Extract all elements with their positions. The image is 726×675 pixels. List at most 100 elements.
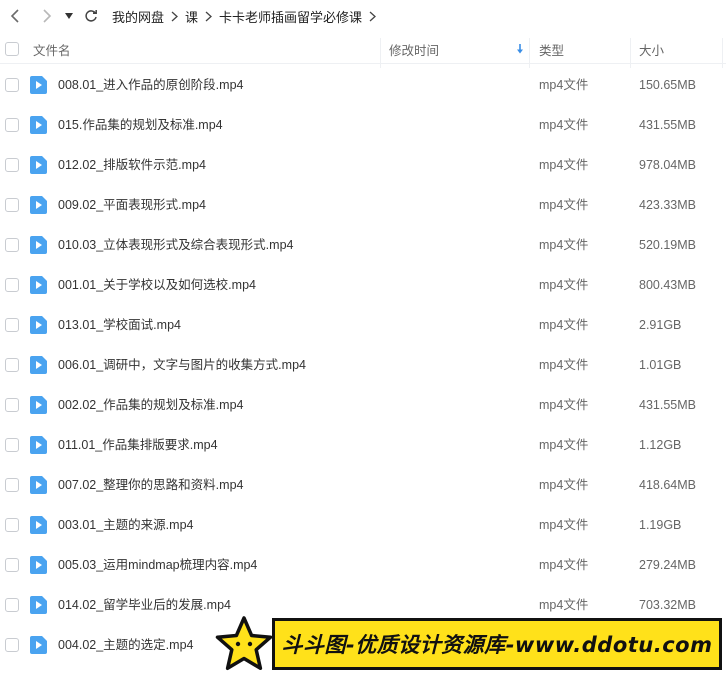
file-row[interactable]: 010.03_立体表现形式及综合表现形式.mp4 mp4文件 520.19MB <box>0 225 726 265</box>
video-file-icon <box>30 556 47 574</box>
breadcrumb-item-root[interactable]: 我的网盘 <box>112 7 164 26</box>
watermark-text: 斗斗图-优质设计资源库-www.ddotu.com <box>281 633 713 657</box>
file-name[interactable]: 014.02_留学毕业后的发展.mp4 <box>58 585 231 625</box>
file-list: 008.01_进入作品的原创阶段.mp4 mp4文件 150.65MB 015.… <box>0 65 726 665</box>
file-row[interactable]: 003.01_主题的来源.mp4 mp4文件 1.19GB <box>0 505 726 545</box>
file-type: mp4文件 <box>539 318 589 332</box>
file-size: 800.43MB <box>639 278 696 292</box>
star-icon <box>215 616 273 671</box>
file-name[interactable]: 004.02_主题的选定.mp4 <box>58 625 193 665</box>
file-size: 431.55MB <box>639 398 696 412</box>
video-file-icon <box>30 516 47 534</box>
row-checkbox[interactable] <box>5 118 19 132</box>
file-name[interactable]: 005.03_运用mindmap梳理内容.mp4 <box>58 545 257 585</box>
file-row[interactable]: 012.02_排版软件示范.mp4 mp4文件 978.04MB <box>0 145 726 185</box>
file-type: mp4文件 <box>539 238 589 252</box>
file-name[interactable]: 002.02_作品集的规划及标准.mp4 <box>58 385 243 425</box>
row-checkbox[interactable] <box>5 638 19 652</box>
video-file-icon <box>30 76 47 94</box>
file-name[interactable]: 001.01_关于学校以及如何选校.mp4 <box>58 265 256 305</box>
file-name[interactable]: 015.作品集的规划及标准.mp4 <box>58 105 223 145</box>
back-arrow-icon[interactable] <box>4 5 26 27</box>
history-dropdown-icon[interactable] <box>62 5 76 27</box>
file-row[interactable]: 002.02_作品集的规划及标准.mp4 mp4文件 431.55MB <box>0 385 726 425</box>
video-file-icon <box>30 116 47 134</box>
file-size: 2.91GB <box>639 318 682 332</box>
file-list-header: 文件名 修改时间 类型 大小 <box>0 34 726 68</box>
row-checkbox[interactable] <box>5 238 19 252</box>
refresh-icon[interactable] <box>80 5 102 27</box>
column-header-modified[interactable]: 修改时间 <box>389 34 439 64</box>
row-checkbox[interactable] <box>5 558 19 572</box>
row-checkbox[interactable] <box>5 78 19 92</box>
video-file-icon <box>30 236 47 254</box>
video-file-icon <box>30 436 47 454</box>
chevron-right-icon[interactable] <box>369 11 377 22</box>
row-checkbox[interactable] <box>5 198 19 212</box>
file-type: mp4文件 <box>539 358 589 372</box>
file-name[interactable]: 011.01_作品集排版要求.mp4 <box>58 425 218 465</box>
row-checkbox[interactable] <box>5 398 19 412</box>
column-divider <box>722 38 723 68</box>
file-name[interactable]: 007.02_整理你的思路和资料.mp4 <box>58 465 243 505</box>
column-divider <box>380 38 381 68</box>
file-type: mp4文件 <box>539 438 589 452</box>
file-type: mp4文件 <box>539 398 589 412</box>
watermark-banner: 斗斗图-优质设计资源库-www.ddotu.com <box>214 612 724 674</box>
file-size: 978.04MB <box>639 158 696 172</box>
file-name[interactable]: 010.03_立体表现形式及综合表现形式.mp4 <box>58 225 293 265</box>
video-file-icon <box>30 596 47 614</box>
file-name[interactable]: 006.01_调研中，文字与图片的收集方式.mp4 <box>58 345 306 385</box>
column-header-type[interactable]: 类型 <box>539 34 564 64</box>
file-row[interactable]: 013.01_学校面试.mp4 mp4文件 2.91GB <box>0 305 726 345</box>
file-name[interactable]: 013.01_学校面试.mp4 <box>58 305 181 345</box>
file-row[interactable]: 015.作品集的规划及标准.mp4 mp4文件 431.55MB <box>0 105 726 145</box>
file-size: 418.64MB <box>639 478 696 492</box>
file-name[interactable]: 003.01_主题的来源.mp4 <box>58 505 193 545</box>
forward-arrow-icon[interactable] <box>36 5 58 27</box>
video-file-icon <box>30 156 47 174</box>
file-row[interactable]: 009.02_平面表现形式.mp4 mp4文件 423.33MB <box>0 185 726 225</box>
row-checkbox[interactable] <box>5 358 19 372</box>
file-name[interactable]: 008.01_进入作品的原创阶段.mp4 <box>58 65 243 105</box>
breadcrumb-item-current[interactable]: 卡卡老师插画留学必修课 <box>219 7 362 26</box>
file-size: 1.19GB <box>639 518 682 532</box>
navigation-bar: 我的网盘 课 卡卡老师插画留学必修课 <box>0 0 726 32</box>
row-checkbox[interactable] <box>5 278 19 292</box>
column-header-size[interactable]: 大小 <box>639 34 664 64</box>
column-divider <box>630 38 631 68</box>
sort-arrow-icon[interactable] <box>516 34 524 64</box>
file-name[interactable]: 009.02_平面表现形式.mp4 <box>58 185 206 225</box>
file-row[interactable]: 011.01_作品集排版要求.mp4 mp4文件 1.12GB <box>0 425 726 465</box>
chevron-right-icon <box>171 11 178 22</box>
video-file-icon <box>30 276 47 294</box>
file-type: mp4文件 <box>539 78 589 92</box>
video-file-icon <box>30 356 47 374</box>
breadcrumb-item-folder[interactable]: 课 <box>185 7 198 26</box>
row-checkbox[interactable] <box>5 318 19 332</box>
row-checkbox[interactable] <box>5 478 19 492</box>
row-checkbox[interactable] <box>5 438 19 452</box>
select-all-checkbox[interactable] <box>5 42 19 56</box>
breadcrumb: 我的网盘 课 卡卡老师插画留学必修课 <box>112 7 383 26</box>
video-file-icon <box>30 636 47 654</box>
chevron-right-icon <box>205 11 213 22</box>
file-size: 279.24MB <box>639 558 696 572</box>
file-row[interactable]: 007.02_整理你的思路和资料.mp4 mp4文件 418.64MB <box>0 465 726 505</box>
file-row[interactable]: 001.01_关于学校以及如何选校.mp4 mp4文件 800.43MB <box>0 265 726 305</box>
file-size: 431.55MB <box>639 118 696 132</box>
file-row[interactable]: 005.03_运用mindmap梳理内容.mp4 mp4文件 279.24MB <box>0 545 726 585</box>
column-header-name[interactable]: 文件名 <box>33 34 71 64</box>
row-checkbox[interactable] <box>5 158 19 172</box>
file-type: mp4文件 <box>539 278 589 292</box>
file-name[interactable]: 012.02_排版软件示范.mp4 <box>58 145 206 185</box>
watermark-label-box: 斗斗图-优质设计资源库-www.ddotu.com <box>272 618 722 670</box>
row-checkbox[interactable] <box>5 598 19 612</box>
file-type: mp4文件 <box>539 478 589 492</box>
file-type: mp4文件 <box>539 518 589 532</box>
row-checkbox[interactable] <box>5 518 19 532</box>
file-row[interactable]: 008.01_进入作品的原创阶段.mp4 mp4文件 150.65MB <box>0 65 726 105</box>
file-row[interactable]: 006.01_调研中，文字与图片的收集方式.mp4 mp4文件 1.01GB <box>0 345 726 385</box>
file-size: 1.01GB <box>639 358 682 372</box>
column-divider <box>529 38 530 68</box>
